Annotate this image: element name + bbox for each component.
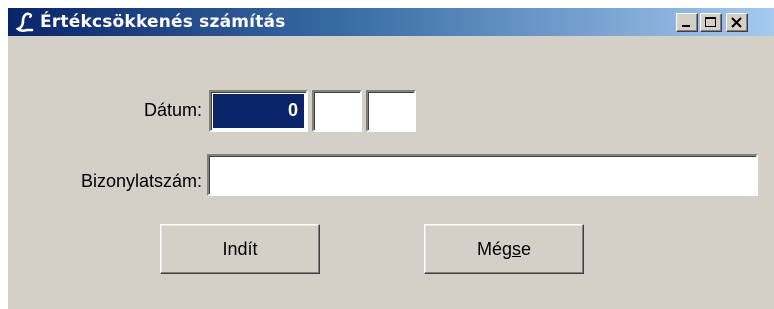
minimize-button[interactable] (676, 13, 698, 32)
date-year-field[interactable]: 0 (209, 90, 308, 132)
cancel-label-accel: s (512, 239, 521, 259)
minimize-icon (682, 25, 690, 27)
close-icon (731, 17, 742, 28)
close-button[interactable] (726, 13, 748, 32)
date-day-field[interactable] (366, 90, 416, 132)
app-icon (14, 11, 36, 33)
document-number-field[interactable] (207, 154, 758, 196)
date-label: Dátum: (143, 100, 202, 120)
cancel-label-pre: Még (476, 239, 512, 259)
window-title: Értékcsökkenés számítás (40, 12, 286, 32)
maximize-icon (705, 17, 716, 27)
title-bar[interactable]: Értékcsökkenés számítás (8, 8, 774, 36)
maximize-button[interactable] (700, 13, 722, 32)
document-number-label: Bizonylatszám: (80, 171, 202, 191)
dialog-window: Értékcsökkenés számítás Dátum: 0 Bizonyl… (8, 8, 774, 309)
cancel-button[interactable]: Mégse (424, 224, 584, 274)
start-button[interactable]: Indít (160, 224, 320, 274)
cancel-label-post: e (521, 239, 532, 259)
date-year-value: 0 (213, 94, 304, 128)
date-month-field[interactable] (312, 90, 362, 132)
